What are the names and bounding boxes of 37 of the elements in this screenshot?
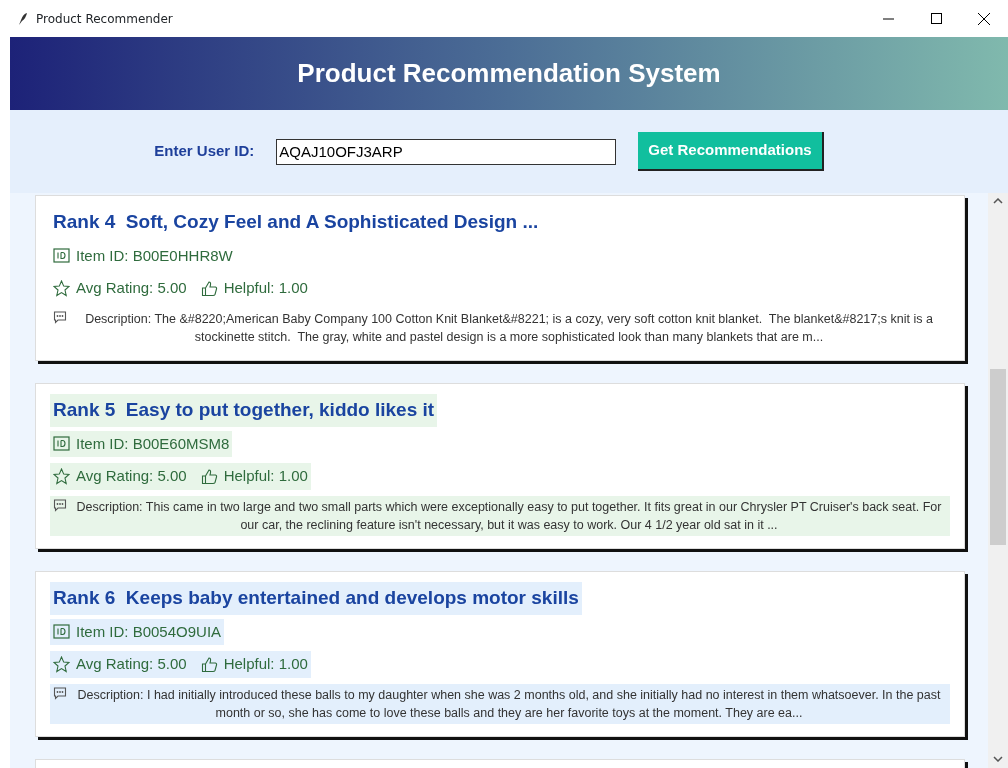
id-card-icon bbox=[53, 623, 70, 641]
feather-icon bbox=[18, 11, 28, 26]
avg-rating: Avg Rating: 5.00 bbox=[76, 466, 187, 487]
star-icon bbox=[53, 656, 70, 673]
card-title: Rank 5 Easy to put together, kiddo likes it bbox=[50, 394, 438, 427]
avg-rating: Avg Rating: 5.00 bbox=[76, 278, 187, 299]
thumbs-up-icon bbox=[200, 656, 218, 673]
app-title: Product Recommendation System bbox=[297, 57, 721, 90]
scrollbar[interactable] bbox=[988, 193, 1008, 768]
thumbs-up-icon bbox=[200, 280, 218, 297]
item-id: Item ID: B00E60MSM8 bbox=[76, 433, 230, 454]
speech-bubble-icon bbox=[53, 686, 67, 700]
card-title: Rank 6 Keeps baby entertained and develops motor skills bbox=[50, 582, 582, 615]
window-title: Product Recommender bbox=[36, 10, 173, 28]
star-icon bbox=[53, 280, 70, 297]
scroll-down-icon[interactable] bbox=[993, 756, 1003, 762]
speech-bubble-icon bbox=[53, 310, 67, 324]
description: Description: The &#8220;American Baby Company 100 Cotton Knit Blanket&#8221; is a cozy, very soft cotton knit blanket. The blanket&#8217;s knit is a stockinette stitch. The gray, white and pastel design is a more sophisticated look than many blankets that are m... bbox=[84, 311, 934, 347]
helpful-score: Helpful: 1.00 bbox=[223, 278, 308, 299]
scroll-up-icon[interactable] bbox=[993, 198, 1003, 204]
helpful-score: Helpful: 1.00 bbox=[223, 654, 308, 675]
item-id: Item ID: B00E0HHR8W bbox=[76, 245, 233, 266]
description: Description: I had initially introduced these balls to my daughter when she was 2 months old, and she initially had no interest in them whatsoever. In the past month or so, she has come to love these balls and they are her favorite toys at the moment. They are ea... bbox=[76, 687, 942, 723]
avg-rating: Avg Rating: 5.00 bbox=[76, 654, 187, 675]
user-id-field[interactable]: AQAJ10OFJ3ARP bbox=[276, 138, 617, 165]
helpful-score: Helpful: 1.00 bbox=[223, 466, 308, 487]
description: Description: This came in two large and two small parts which were exceptionally easy to put together. It fits great in our Chrysler PT Cruiser's back seat. For our car, the reclining feature isn't necessary, but it was easy to work. Our 4 1/2 year old sat in it ... bbox=[75, 499, 943, 535]
id-card-icon bbox=[53, 247, 70, 265]
close-icon[interactable] bbox=[978, 12, 990, 25]
field-label: Enter User ID: bbox=[154, 141, 255, 162]
speech-bubble-icon bbox=[53, 498, 67, 512]
maximize-icon[interactable] bbox=[930, 13, 942, 24]
star-icon bbox=[53, 468, 70, 485]
item-id: Item ID: B0054O9UIA bbox=[76, 621, 222, 642]
id-card-icon bbox=[53, 435, 70, 453]
thumbs-up-icon bbox=[200, 468, 218, 485]
scrollbar-thumb[interactable] bbox=[990, 369, 1006, 545]
